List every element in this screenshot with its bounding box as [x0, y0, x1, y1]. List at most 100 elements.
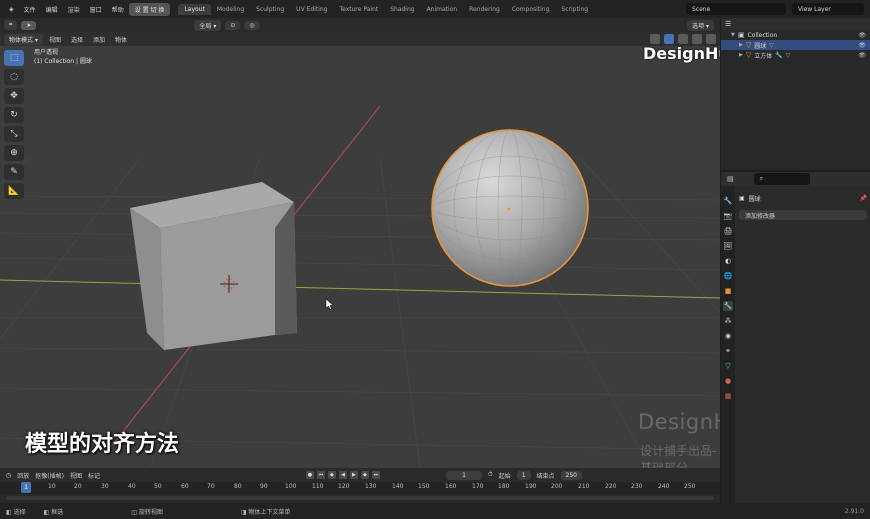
material-tab-icon[interactable]: ● [723, 376, 733, 386]
next-key-icon[interactable]: ◆ [360, 471, 369, 479]
measure-tool-icon[interactable]: 📐 [4, 183, 24, 199]
rotate-tool-icon[interactable]: ↻ [4, 107, 24, 123]
physics-tab-icon[interactable]: ◉ [723, 331, 733, 341]
mesh-data-icon[interactable]: ▽ [786, 52, 791, 59]
tab-texture-paint[interactable]: Texture Paint [333, 4, 384, 15]
tab-compositing[interactable]: Compositing [506, 4, 556, 15]
tab-animation[interactable]: Animation [421, 4, 464, 15]
start-frame-field[interactable]: 1 [516, 470, 531, 480]
snap-icon[interactable]: ⊙ [225, 20, 241, 30]
end-frame-field[interactable]: 250 [560, 470, 582, 480]
sphere-object[interactable] [431, 129, 589, 287]
tab-sculpting[interactable]: Sculpting [250, 4, 290, 15]
expand-icon[interactable]: ▶ [739, 42, 743, 48]
menu-playback[interactable]: 回放 [17, 471, 29, 480]
menu-object[interactable]: 物体 [111, 35, 131, 44]
visibility-icon[interactable] [650, 34, 660, 44]
eye-icon[interactable]: 👁 [858, 32, 866, 39]
tab-uv-editing[interactable]: UV Editing [290, 4, 333, 15]
object-tab-icon[interactable]: ■ [723, 286, 733, 296]
world-tab-icon[interactable]: 🌐 [723, 271, 733, 281]
eye-icon[interactable]: 👁 [858, 42, 866, 49]
xray-icon[interactable] [678, 34, 688, 44]
mesh-data-icon[interactable]: ▽ [769, 42, 774, 49]
object-name[interactable]: 圆球 [749, 194, 761, 203]
options-dropdown[interactable]: 选项 ▾ [687, 19, 714, 31]
data-tab-icon[interactable]: ▽ [723, 361, 733, 371]
eye-icon[interactable]: 👁 [858, 52, 866, 59]
3d-viewport[interactable]: ⌗ ➤ 全局 ▾ ⊙ ◎ 选项 ▾ 物体模式 ▾ 视图 选择 添加 物体 用户透… [0, 18, 720, 468]
outliner-row-cube[interactable]: ▶ ▽ 立方体 🔧 ▽ 👁 [721, 50, 870, 60]
modifier-icon[interactable]: 🔧 [775, 52, 782, 59]
play-reverse-icon[interactable]: ◀ [338, 471, 347, 479]
record-icon[interactable]: ● [305, 471, 314, 479]
tool-tab-icon[interactable]: 🔧 [723, 196, 733, 206]
scene-tab-icon[interactable]: ◐ [723, 256, 733, 266]
add-modifier-dropdown[interactable]: 添加修改器 [739, 210, 867, 220]
properties-editor-icon[interactable]: ▤ [727, 175, 734, 183]
menu-edit[interactable]: 编辑 [41, 5, 63, 14]
timeline-ruler[interactable]: 1 10 20 30 40 50 60 70 80 90 100 110 120… [0, 482, 720, 494]
scale-tool-icon[interactable]: ⤡ [4, 126, 24, 142]
properties-search-input[interactable]: ⌕ [753, 173, 810, 185]
frame-tick: 80 [234, 483, 242, 490]
orientation-dropdown[interactable]: 全局 ▾ [194, 19, 222, 31]
cursor-tool-icon[interactable]: ◌ [4, 69, 24, 85]
menu-view[interactable]: 视图 [45, 35, 65, 44]
expand-icon[interactable]: ▶ [739, 52, 743, 58]
move-tool-icon[interactable]: ✥ [4, 88, 24, 104]
workspace-switch-button[interactable]: 设 置 切 换 [128, 2, 171, 16]
proportional-edit-icon[interactable]: ◎ [244, 20, 260, 30]
mode-dropdown[interactable]: 物体模式 ▾ [4, 33, 43, 45]
editor-type-icon[interactable]: ⌗ [4, 20, 18, 30]
clock-icon[interactable]: ⏱ [488, 471, 493, 479]
annotate-tool-icon[interactable]: ✎ [4, 164, 24, 180]
overlay-icon[interactable] [664, 34, 674, 44]
play-icon[interactable]: ▶ [349, 471, 358, 479]
pin-icon[interactable]: 📌 [860, 195, 867, 202]
object-name-row: ▣ 圆球 📌 [739, 192, 867, 204]
menu-view[interactable]: 视图 [70, 471, 82, 480]
view-layer-selector[interactable]: View Layer [792, 3, 864, 15]
tab-scripting[interactable]: Scripting [555, 4, 594, 15]
prev-key-icon[interactable]: ◆ [327, 471, 336, 479]
outliner-row-sphere[interactable]: ▶ ▽ 圆球 ▽ 👁 [721, 40, 870, 50]
menu-select[interactable]: 选择 [67, 35, 87, 44]
menu-add[interactable]: 添加 [89, 35, 109, 44]
constraints-tab-icon[interactable]: ⚭ [723, 346, 733, 356]
render-tab-icon[interactable]: 📷 [723, 211, 733, 221]
view-layer-tab-icon[interactable]: 🖼 [723, 241, 733, 251]
jump-start-icon[interactable]: ⏮ [316, 471, 325, 479]
menu-file[interactable]: 文件 [19, 5, 41, 14]
jump-end-icon[interactable]: ⏭ [371, 471, 380, 479]
blender-logo-icon[interactable]: ◈ [4, 6, 19, 13]
timeline-editor-icon[interactable]: ◷ [6, 472, 11, 479]
menu-keying[interactable]: 抠像(插帧) [35, 471, 64, 480]
current-frame-field[interactable]: 1 [445, 470, 482, 480]
menu-marker[interactable]: 标记 [88, 471, 100, 480]
texture-tab-icon[interactable]: ▦ [723, 391, 733, 401]
tab-shading[interactable]: Shading [384, 4, 420, 15]
select-tool-icon[interactable]: ➤ [21, 20, 37, 30]
modifier-tab-icon[interactable]: 🔧 [723, 301, 733, 311]
tab-rendering[interactable]: Rendering [463, 4, 506, 15]
tab-layout[interactable]: Layout [178, 3, 211, 15]
menu-help[interactable]: 帮助 [107, 5, 129, 14]
material-shading-icon[interactable] [706, 34, 716, 44]
playhead[interactable]: 1 [21, 482, 31, 493]
tab-modeling[interactable]: Modeling [211, 4, 250, 15]
viewport-scene[interactable] [0, 18, 720, 468]
solid-shading-icon[interactable] [692, 34, 702, 44]
outliner-row-collection[interactable]: ▼ ▣ Collection 👁 [721, 30, 870, 40]
outliner-editor-icon[interactable]: ☰ [725, 20, 731, 28]
cube-object[interactable] [130, 182, 297, 350]
particles-tab-icon[interactable]: ⁂ [723, 316, 733, 326]
select-box-tool-icon[interactable]: ⬚ [4, 50, 24, 66]
output-tab-icon[interactable]: 🖨 [723, 226, 733, 236]
timeline-scrollbar[interactable] [6, 496, 714, 500]
expand-icon[interactable]: ▼ [731, 32, 735, 38]
scene-selector[interactable]: Scene [686, 3, 786, 15]
transform-tool-icon[interactable]: ⊕ [4, 145, 24, 161]
menu-render[interactable]: 渲染 [63, 5, 85, 14]
menu-window[interactable]: 窗口 [85, 5, 107, 14]
